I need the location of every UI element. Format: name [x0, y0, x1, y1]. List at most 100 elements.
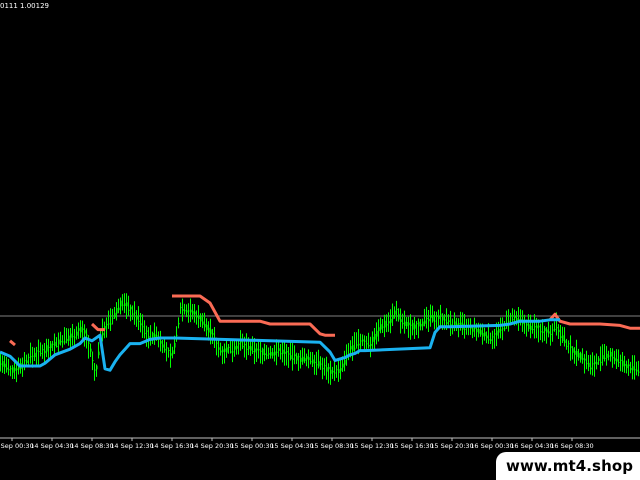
- candle-body: [556, 327, 558, 329]
- candle-body: [164, 348, 166, 351]
- candle-body: [638, 371, 640, 373]
- candle-body: [78, 328, 80, 331]
- x-tick-label: 15 Sep 16:30: [390, 442, 433, 450]
- candle-body: [512, 319, 514, 321]
- candle-body: [26, 360, 28, 363]
- candle-body: [562, 335, 564, 342]
- candle-body: [182, 309, 184, 311]
- candle-body: [572, 348, 574, 353]
- candle-body: [414, 324, 416, 329]
- candle-body: [426, 317, 428, 320]
- candle-body: [372, 336, 374, 342]
- candle-body: [336, 369, 338, 371]
- candle-body: [54, 341, 56, 347]
- candle-body: [394, 310, 396, 315]
- candle-body: [516, 318, 518, 321]
- candle-body: [584, 358, 586, 361]
- candle-body: [514, 316, 516, 319]
- candle-body: [36, 350, 38, 352]
- candle-body: [396, 309, 398, 311]
- candle-body: [156, 335, 158, 337]
- candle-body: [252, 351, 254, 353]
- candle-body: [0, 363, 2, 365]
- candle-body: [362, 339, 364, 342]
- candle-body: [402, 322, 404, 325]
- candle-body: [542, 331, 544, 333]
- candle-body: [508, 320, 510, 322]
- candle-body: [498, 329, 500, 333]
- candle-body: [398, 313, 400, 320]
- candle-body: [8, 369, 10, 371]
- candle-body: [112, 317, 114, 319]
- candle-body: [328, 366, 330, 370]
- candle-body: [540, 331, 542, 333]
- candle-body: [88, 342, 90, 344]
- candle-body: [254, 348, 256, 353]
- candle-body: [538, 325, 540, 328]
- candle-body: [442, 316, 444, 321]
- candle-body: [436, 315, 438, 317]
- candle-body: [216, 342, 218, 344]
- candle-body: [592, 363, 594, 365]
- candle-body: [504, 328, 506, 330]
- candle-body: [172, 350, 174, 355]
- candle-body: [490, 339, 492, 342]
- candle-body: [68, 335, 70, 341]
- candle-body: [110, 323, 112, 325]
- x-tick-label: 14 Sep 00:30: [0, 442, 34, 450]
- candle-body: [628, 364, 630, 367]
- candle-body: [296, 355, 298, 361]
- candle-body: [606, 353, 608, 358]
- candle-body: [610, 351, 612, 357]
- candle-body: [624, 364, 626, 366]
- x-tick-label: 14 Sep 12:30: [110, 442, 153, 450]
- candle-body: [218, 347, 220, 350]
- candle-body: [210, 329, 212, 335]
- candle-body: [276, 351, 278, 353]
- candle-body: [422, 321, 424, 327]
- candle-body: [212, 333, 214, 335]
- price-chart[interactable]: 14 Sep 00:3014 Sep 04:3014 Sep 08:3014 S…: [0, 0, 640, 480]
- candle-body: [126, 302, 128, 307]
- candle-body: [180, 306, 182, 308]
- candle-body: [56, 345, 58, 347]
- candle-body: [578, 352, 580, 358]
- candle-body: [66, 338, 68, 342]
- candle-body: [76, 331, 78, 336]
- candle-body: [480, 330, 482, 335]
- candle-body: [548, 331, 550, 334]
- candle-body: [626, 364, 628, 369]
- candle-body: [184, 310, 186, 312]
- candle-body: [608, 355, 610, 357]
- candle-body: [440, 313, 442, 315]
- candle-body: [190, 309, 192, 313]
- candle-body: [60, 340, 62, 343]
- candle-body: [2, 361, 4, 367]
- candle-body: [416, 323, 418, 325]
- candle-body: [280, 353, 282, 355]
- candle-body: [344, 359, 346, 365]
- candle-body: [286, 351, 288, 353]
- candle-body: [48, 346, 50, 348]
- candle-body: [106, 323, 108, 326]
- candle-body: [604, 357, 606, 359]
- candle-body: [356, 344, 358, 346]
- candle-body: [308, 357, 310, 361]
- price-label: 0111 1.00129: [0, 2, 49, 10]
- candle-body: [284, 351, 286, 354]
- candle-body: [494, 333, 496, 335]
- watermark: www.mt4.shop: [496, 452, 640, 480]
- candle-body: [310, 361, 312, 363]
- candle-body: [116, 308, 118, 314]
- candle-body: [338, 369, 340, 374]
- candle-body: [196, 316, 198, 318]
- candle-body: [70, 333, 72, 338]
- candle-body: [274, 351, 276, 356]
- candle-body: [132, 313, 134, 315]
- candle-body: [470, 327, 472, 329]
- candle-body: [482, 332, 484, 337]
- candle-body: [318, 361, 320, 367]
- candle-body: [64, 341, 66, 343]
- candle-body: [360, 340, 362, 342]
- candle-body: [580, 353, 582, 360]
